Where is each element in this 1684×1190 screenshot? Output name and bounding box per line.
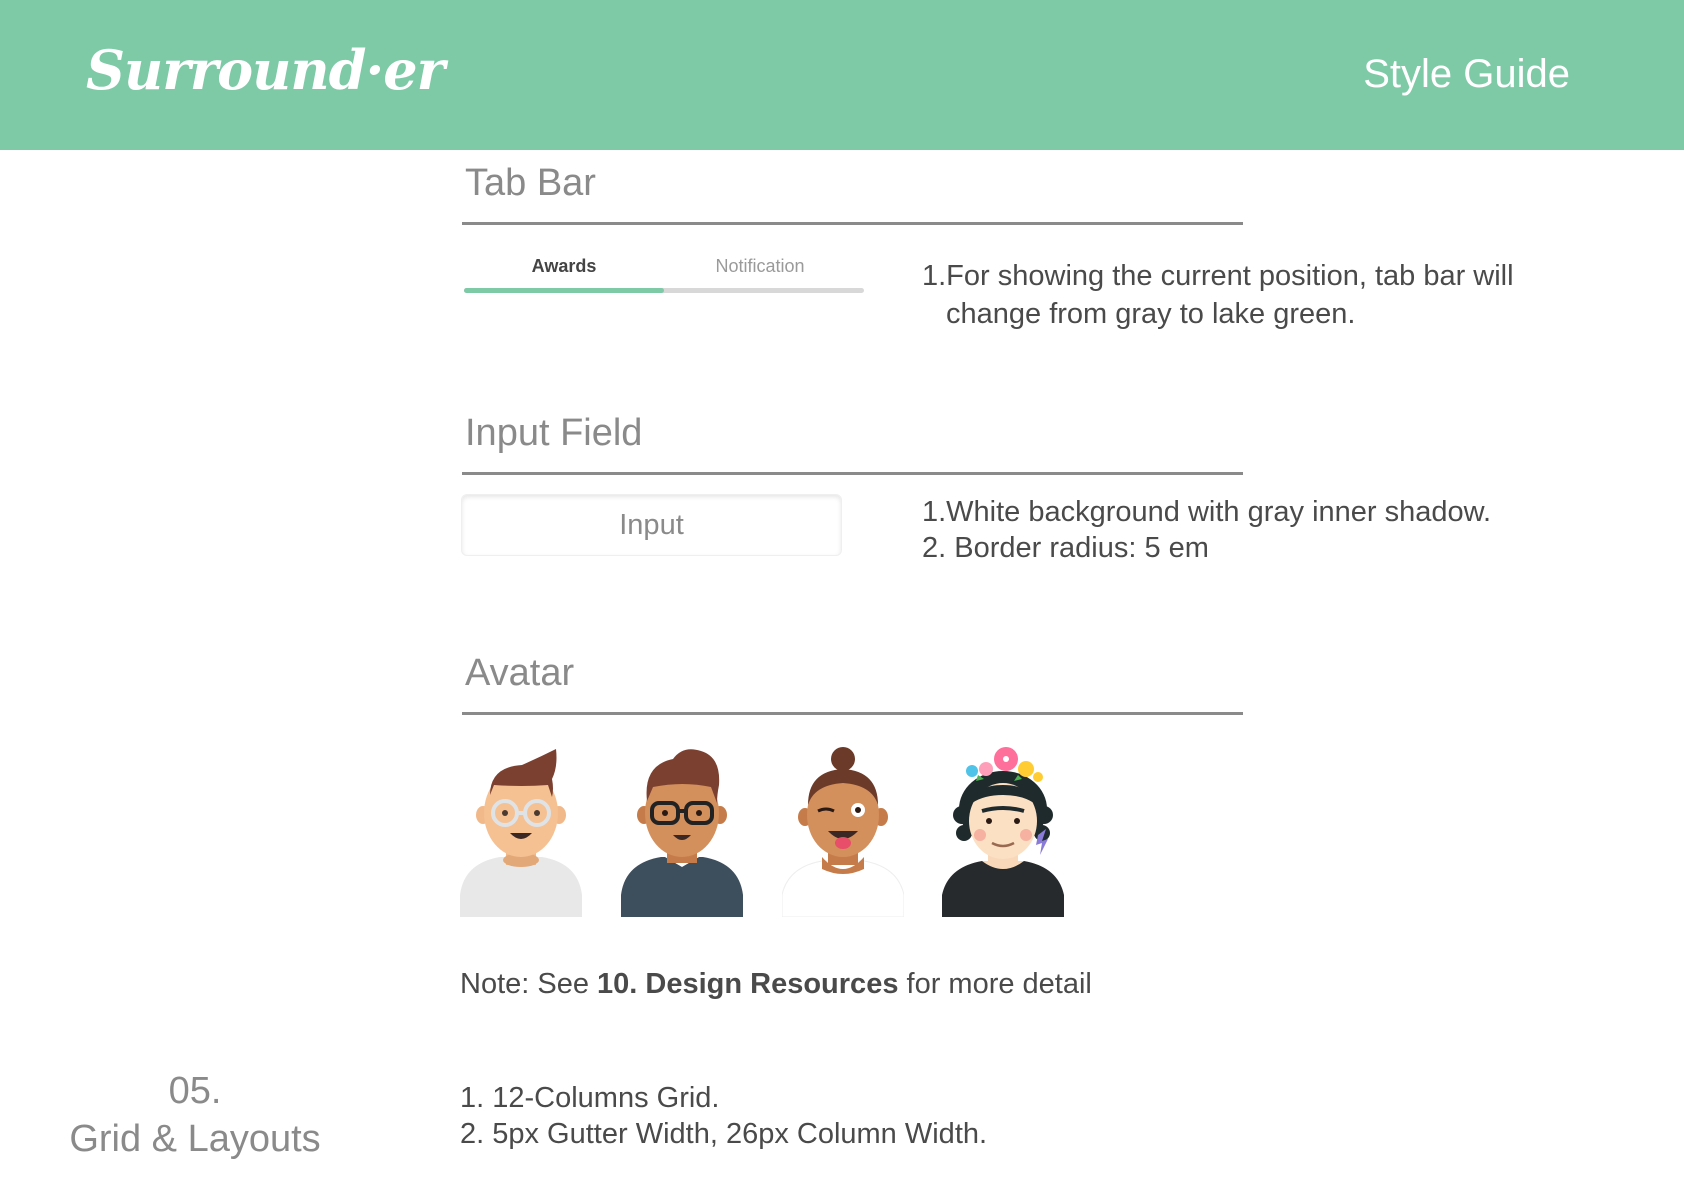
tab-notification[interactable]: Notification [660, 256, 860, 277]
section-title-tab-bar: Tab Bar [465, 162, 596, 204]
header-bar: Surround·er Style Guide [0, 0, 1684, 150]
input-description-2: 2. Border radius: 5 em [922, 532, 1209, 564]
tab-indicator-fill [464, 288, 664, 293]
design-resources-note: Note: See 10. Design Resources for more … [460, 968, 1092, 1000]
grid-description-2: 2. 5px Gutter Width, 26px Column Width. [460, 1118, 988, 1150]
input-description-1: 1.White background with gray inner shado… [922, 496, 1492, 528]
grid-description-1: 1. 12-Columns Grid. [460, 1082, 720, 1114]
tab-indicator-track [464, 288, 864, 293]
section-title-grid-layouts: Grid & Layouts [69, 1118, 321, 1160]
woman-winking-avatar-icon [782, 747, 904, 917]
tab-bar-description-2: change from gray to lake green. [946, 298, 1356, 330]
man-dark-glasses-avatar-icon [621, 749, 743, 917]
logo: Surround·er [86, 38, 445, 102]
section-title-avatar: Avatar [465, 652, 575, 694]
section-number: 05. [168, 1070, 222, 1112]
design-resources-link-text: 10. Design Resources [597, 968, 899, 1000]
section-divider [462, 712, 1243, 715]
section-divider [462, 472, 1243, 475]
man-glasses-avatar-icon [460, 749, 582, 917]
section-title-input-field: Input Field [465, 412, 643, 454]
section-divider [462, 222, 1243, 225]
tab-bar-description-1: 1.For showing the current position, tab … [922, 260, 1514, 292]
tab-bar-sample: Awards Notification [464, 250, 864, 295]
sample-input-field[interactable] [461, 494, 842, 556]
page-title: Style Guide [1363, 52, 1570, 96]
tab-awards[interactable]: Awards [464, 256, 664, 277]
woman-flower-crown-avatar-icon [942, 747, 1064, 917]
